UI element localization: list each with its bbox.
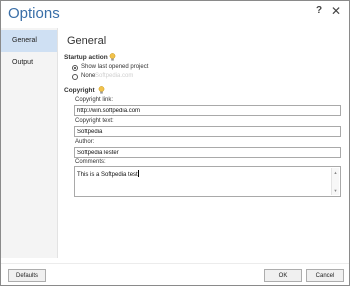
sidebar-item-output[interactable]: Output — [1, 52, 57, 74]
copyright-heading: Copyright — [64, 87, 95, 94]
radio-none[interactable] — [72, 74, 78, 80]
startup-action-heading: Startup action — [64, 54, 108, 61]
copyright-text-input[interactable] — [74, 126, 341, 137]
watermark-text: Softpedia.com — [95, 73, 134, 79]
radio-label-show-last-opened: Show last opened project — [81, 64, 149, 70]
window-title: Options — [8, 5, 60, 22]
sidebar-item-general[interactable]: General — [1, 30, 57, 52]
text-caret — [137, 170, 139, 177]
page-title: General — [67, 35, 107, 47]
copyright-link-input[interactable] — [74, 105, 341, 116]
help-button[interactable]: ? — [313, 4, 325, 18]
comments-textarea[interactable]: This is a Softpedia test ▲ ▼ — [74, 166, 341, 197]
lightbulb-icon — [98, 86, 105, 94]
copyright-link-label: Copyright link: — [75, 97, 114, 103]
comments-label: Comments: — [75, 159, 106, 165]
copyright-text-label: Copyright text: — [75, 118, 114, 124]
footer-divider — [1, 263, 349, 264]
author-input[interactable] — [74, 147, 341, 158]
sidebar: General Output — [1, 28, 58, 258]
comments-text: This is a Softpedia test — [77, 172, 138, 178]
ok-button[interactable]: OK — [264, 269, 302, 282]
author-label: Author: — [75, 139, 95, 145]
options-window: Options ? ✕ General Output General Start… — [0, 0, 350, 286]
radio-show-last-opened[interactable] — [72, 65, 78, 71]
comments-scrollbar[interactable]: ▲ ▼ — [331, 168, 339, 195]
close-icon[interactable]: ✕ — [330, 4, 342, 18]
cancel-button[interactable]: Cancel — [306, 269, 344, 282]
lightbulb-icon — [109, 53, 116, 61]
defaults-button[interactable]: Defaults — [8, 269, 46, 282]
scroll-up-icon[interactable]: ▲ — [333, 169, 338, 176]
radio-label-none: None — [81, 73, 96, 79]
scroll-down-icon[interactable]: ▼ — [333, 187, 338, 194]
